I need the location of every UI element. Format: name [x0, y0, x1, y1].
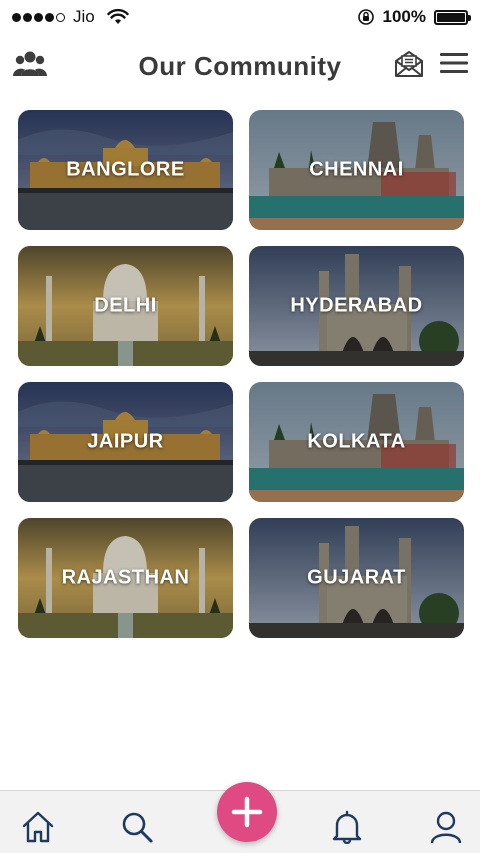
community-name: BANGLORE: [66, 158, 185, 181]
community-name: KOLKATA: [307, 430, 406, 453]
community-card-chennai[interactable]: CHENNAI: [249, 110, 464, 230]
community-name: CHENNAI: [309, 158, 404, 181]
add-button[interactable]: [217, 782, 277, 842]
community-card-jaipur[interactable]: JAIPUR: [18, 382, 233, 502]
community-name: DELHI: [94, 294, 157, 317]
community-card-hyderabad[interactable]: HYDERABAD: [249, 246, 464, 366]
menu-icon[interactable]: [440, 52, 468, 74]
bell-icon[interactable]: [327, 807, 367, 847]
community-card-kolkata[interactable]: KOLKATA: [249, 382, 464, 502]
community-name: GUJARAT: [307, 566, 406, 589]
rotation-lock-icon: [357, 9, 374, 25]
community-card-gujarat[interactable]: GUJARAT: [249, 518, 464, 638]
community-name: JAIPUR: [87, 430, 164, 453]
community-name: RAJASTHAN: [61, 566, 190, 589]
add-icon: [231, 796, 263, 828]
mail-icon[interactable]: [394, 50, 424, 78]
search-icon[interactable]: [117, 807, 157, 847]
community-card-banglore[interactable]: BANGLORE: [18, 110, 233, 230]
signal-strength-icon: [12, 12, 65, 22]
battery-percent: 100%: [382, 7, 426, 26]
status-bar: Jio 100%: [0, 0, 480, 34]
community-card-rajasthan[interactable]: RAJASTHAN: [18, 518, 233, 638]
profile-icon[interactable]: [426, 807, 466, 847]
carrier-name: Jio: [73, 7, 95, 26]
app-header: Our Community: [0, 38, 480, 94]
community-card-delhi[interactable]: DELHI: [18, 246, 233, 366]
battery-icon: [434, 9, 471, 25]
community-grid: BANGLORE CHENNAI DELHI HYDERABAD JAIPUR …: [18, 110, 464, 638]
wifi-icon: [107, 9, 129, 24]
home-icon[interactable]: [18, 807, 58, 847]
community-name: HYDERABAD: [290, 294, 423, 317]
